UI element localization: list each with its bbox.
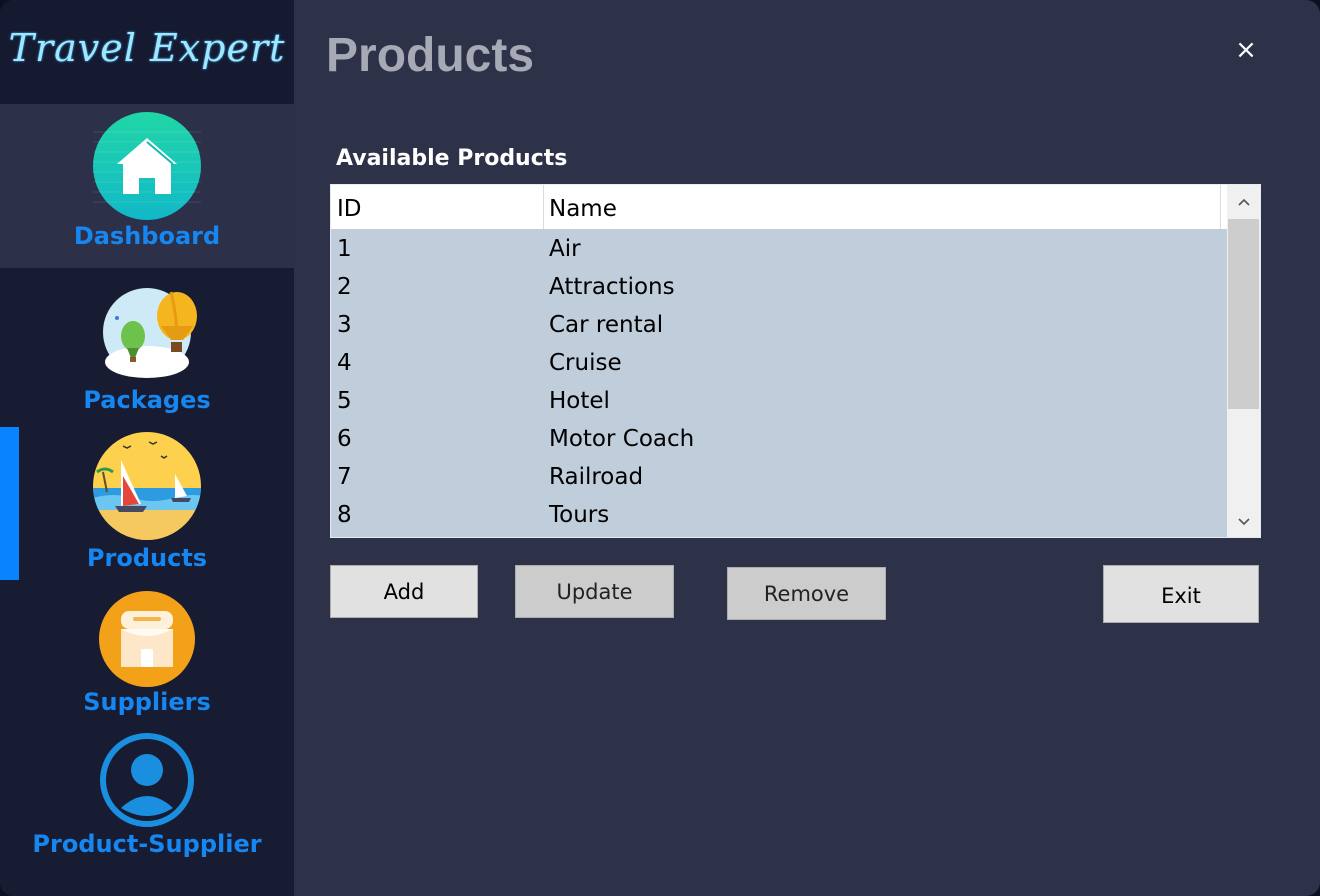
table-row[interactable]: 1 Air xyxy=(331,229,1229,267)
table-row[interactable]: 7 Railroad xyxy=(331,457,1229,495)
sidebar-item-products[interactable]: Products xyxy=(0,428,294,578)
page-title: Products xyxy=(326,29,535,82)
scroll-thumb[interactable] xyxy=(1228,219,1259,409)
cell-name: Attractions xyxy=(549,274,675,300)
table-row[interactable]: 4 Cruise xyxy=(331,343,1229,381)
cell-name: Motor Coach xyxy=(549,426,695,452)
table-header: ID Name xyxy=(331,185,1229,229)
scroll-up-icon[interactable] xyxy=(1227,185,1260,217)
table-body: 1 Air 2 Attractions 3 Car rental 4 Cruise 5 H… xyxy=(331,229,1229,533)
sidebar-item-label: Dashboard xyxy=(73,222,221,250)
add-button[interactable]: Add xyxy=(330,565,478,618)
sidebar: Travel Expert Dashboard Packages Product… xyxy=(0,0,294,896)
remove-button[interactable]: Remove xyxy=(727,567,886,620)
logo-text: Travel Expert xyxy=(8,26,286,70)
sidebar-item-product-supplier[interactable]: Product-Supplier xyxy=(0,730,294,890)
table-row[interactable]: 2 Attractions xyxy=(331,267,1229,305)
cell-name: Car rental xyxy=(549,312,664,338)
sidebar-item-packages[interactable]: Packages xyxy=(0,278,294,418)
active-indicator xyxy=(0,427,19,580)
column-header-id[interactable]: ID xyxy=(331,185,543,229)
column-divider xyxy=(1220,185,1221,229)
scroll-down-icon[interactable] xyxy=(1227,505,1260,537)
logo: Travel Expert xyxy=(0,0,294,104)
cell-id: 2 xyxy=(337,274,352,300)
cell-id: 1 xyxy=(337,236,352,262)
exit-button[interactable]: Exit xyxy=(1103,565,1259,623)
close-button[interactable]: × xyxy=(1228,30,1264,70)
sidebar-item-label: Product-Supplier xyxy=(32,830,262,858)
cell-id: 6 xyxy=(337,426,352,452)
cell-id: 4 xyxy=(337,350,352,376)
home-icon xyxy=(93,112,201,220)
cell-id: 7 xyxy=(337,464,352,490)
sailboat-icon xyxy=(93,432,201,540)
cell-name: Cruise xyxy=(549,350,622,376)
table-row[interactable]: 5 Hotel xyxy=(331,381,1229,419)
store-icon xyxy=(99,591,195,687)
sidebar-item-suppliers[interactable]: Suppliers xyxy=(0,588,294,726)
table-row[interactable]: 8 Tours xyxy=(331,495,1229,533)
cell-id: 8 xyxy=(337,502,352,528)
vertical-scrollbar[interactable] xyxy=(1227,185,1260,537)
sidebar-item-dashboard[interactable]: Dashboard xyxy=(0,104,294,268)
table-row[interactable]: 6 Motor Coach xyxy=(331,419,1229,457)
products-table[interactable]: ID Name 1 Air 2 Attractions 3 Car rental 4 C… xyxy=(330,184,1261,538)
sidebar-item-label: Products xyxy=(86,544,208,572)
cell-id: 3 xyxy=(337,312,352,338)
column-header-name[interactable]: Name xyxy=(543,185,1220,229)
cell-name: Hotel xyxy=(549,388,610,414)
balloon-icon xyxy=(103,288,197,378)
cell-name: Tours xyxy=(549,502,610,528)
table-row[interactable]: 3 Car rental xyxy=(331,305,1229,343)
user-icon xyxy=(100,733,194,827)
sidebar-item-label: Packages xyxy=(83,386,211,414)
cell-id: 5 xyxy=(337,388,352,414)
cell-name: Air xyxy=(549,236,581,262)
section-label: Available Products xyxy=(336,146,568,171)
update-button[interactable]: Update xyxy=(515,565,674,618)
cell-name: Railroad xyxy=(549,464,644,490)
app-window: Travel Expert Dashboard Packages Product… xyxy=(0,0,1320,896)
sidebar-item-label: Suppliers xyxy=(83,688,211,716)
